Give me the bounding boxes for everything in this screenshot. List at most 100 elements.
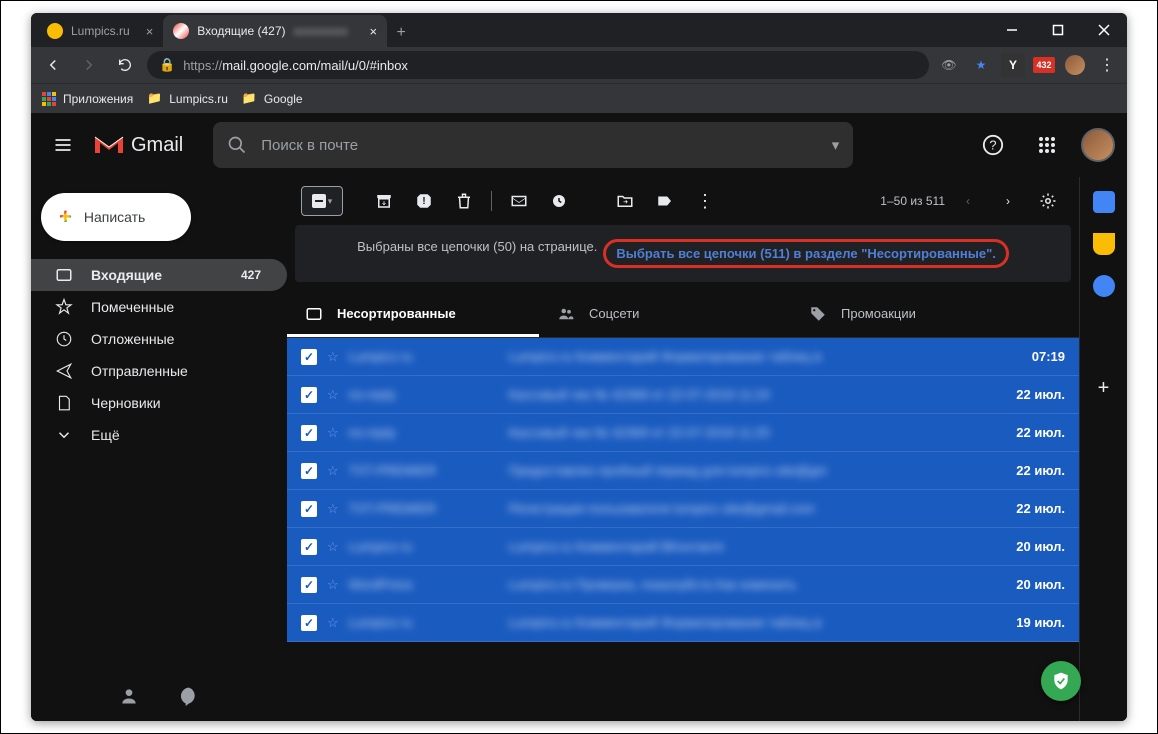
sidebar-item-sent[interactable]: Отправленные	[31, 355, 287, 387]
browser-menu-button[interactable]: ⋮	[1095, 53, 1119, 77]
tab-social[interactable]: Соцсети	[539, 290, 791, 337]
row-checkbox[interactable]: ✓	[301, 577, 317, 593]
browser-tab-lumpics[interactable]: Lumpics.ru ×	[37, 15, 163, 47]
star-icon[interactable]: ☆	[327, 577, 339, 593]
bookmark-folder-google[interactable]: 📁 Google	[242, 91, 303, 107]
person-icon[interactable]	[119, 686, 139, 711]
eye-extension-icon[interactable]: 👁	[937, 53, 961, 77]
mail-subject: Lumpics.ru Комментарий ВКонтакте	[509, 539, 985, 554]
report-spam-button[interactable]: !	[407, 184, 441, 218]
bookmark-folder-lumpics[interactable]: 📁 Lumpics.ru	[147, 91, 228, 107]
tag-icon	[809, 305, 827, 323]
star-bookmark-icon[interactable]: ★	[969, 53, 993, 77]
mail-row[interactable]: ✓☆no-replyКассовый чек № 42369 от 22-07-…	[287, 414, 1079, 452]
row-checkbox[interactable]: ✓	[301, 539, 317, 555]
keep-icon[interactable]	[1093, 233, 1115, 255]
apps-bookmark[interactable]: Приложения	[41, 91, 133, 107]
row-checkbox[interactable]: ✓	[301, 501, 317, 517]
address-bar[interactable]: 🔒 https://mail.google.com/mail/u/0/#inbo…	[147, 51, 929, 79]
search-options-icon[interactable]: ▾	[832, 136, 840, 154]
calendar-icon[interactable]	[1093, 191, 1115, 213]
delete-button[interactable]	[447, 184, 481, 218]
mail-sender: Lumpics ru	[349, 615, 499, 630]
more-actions-button[interactable]: ⋮	[688, 184, 722, 218]
close-icon[interactable]: ×	[370, 24, 378, 39]
search-bar[interactable]: Поиск в почте ▾	[213, 122, 853, 168]
sidebar-item-more[interactable]: Ещё	[31, 419, 287, 451]
row-checkbox[interactable]: ✓	[301, 463, 317, 479]
mail-row[interactable]: ✓☆Lumpics ruLumpics.ru Комментарий Форма…	[287, 604, 1079, 642]
forward-button[interactable]	[75, 51, 103, 79]
mail-date: 20 июл.	[995, 539, 1065, 554]
row-checkbox[interactable]: ✓	[301, 387, 317, 403]
add-addon-button[interactable]: +	[1098, 377, 1110, 400]
select-all-link[interactable]: Выбрать все цепочки (511) в разделе "Нес…	[603, 239, 1008, 268]
labels-button[interactable]	[648, 184, 682, 218]
row-checkbox[interactable]: ✓	[301, 425, 317, 441]
yandex-extension-icon[interactable]: Y	[1001, 53, 1025, 77]
move-to-button[interactable]	[608, 184, 642, 218]
star-icon[interactable]: ☆	[327, 463, 339, 479]
star-icon[interactable]: ☆	[327, 425, 339, 441]
sidebar-item-label: Черновики	[91, 395, 161, 411]
snooze-button[interactable]	[542, 184, 576, 218]
star-icon[interactable]: ☆	[327, 615, 339, 631]
adblock-badge-icon[interactable]: 432	[1033, 57, 1055, 73]
prev-page-button[interactable]: ‹	[951, 184, 985, 218]
gmail-logo[interactable]: Gmail	[93, 133, 183, 157]
new-tab-button[interactable]: +	[387, 19, 415, 47]
sidebar-item-drafts[interactable]: Черновики	[31, 387, 287, 419]
reload-button[interactable]	[111, 51, 139, 79]
mail-row[interactable]: ✓☆Lumpics ruLumpics.ru Комментарий Форма…	[287, 338, 1079, 376]
settings-button[interactable]	[1031, 184, 1065, 218]
profile-avatar-icon[interactable]	[1063, 53, 1087, 77]
mail-sender: TXT-PREMIER	[349, 463, 499, 478]
star-icon	[55, 298, 73, 316]
row-checkbox[interactable]: ✓	[301, 615, 317, 631]
close-button[interactable]	[1081, 13, 1127, 47]
side-panel: +	[1079, 177, 1127, 721]
tab-primary[interactable]: Несортированные	[287, 290, 539, 337]
star-icon[interactable]: ☆	[327, 387, 339, 403]
support-button[interactable]: ?	[973, 125, 1013, 165]
row-checkbox[interactable]: ✓	[301, 349, 317, 365]
mail-row[interactable]: ✓☆WordPressLumpics.ru Проверка, пожалуйс…	[287, 566, 1079, 604]
select-all-checkbox[interactable]: ▾	[301, 186, 343, 216]
shield-fab-icon[interactable]	[1041, 661, 1081, 701]
apps-icon	[41, 91, 57, 107]
mail-sender: Lumpics ru	[349, 349, 499, 364]
google-apps-button[interactable]	[1027, 125, 1067, 165]
account-avatar[interactable]	[1081, 128, 1115, 162]
select-all-banner: Выбраны все цепочки (50) на странице. Вы…	[295, 225, 1071, 282]
inbox-icon	[55, 266, 73, 284]
sidebar-item-starred[interactable]: Помеченные	[31, 291, 287, 323]
star-icon[interactable]: ☆	[327, 501, 339, 517]
mail-date: 07:19	[995, 349, 1065, 364]
tasks-icon[interactable]	[1093, 275, 1115, 297]
window-controls	[989, 13, 1127, 47]
close-icon[interactable]: ×	[146, 24, 154, 39]
back-button[interactable]	[39, 51, 67, 79]
sidebar-item-inbox[interactable]: Входящие 427	[31, 259, 287, 291]
minimize-button[interactable]	[989, 13, 1035, 47]
folder-icon: 📁	[147, 91, 163, 107]
mail-row[interactable]: ✓☆TXT-PREMIERПредоставлен пробный период…	[287, 452, 1079, 490]
browser-tab-gmail[interactable]: Входящие (427) xxxxxxxxx ×	[163, 15, 387, 47]
tab-promotions[interactable]: Промоакции	[791, 290, 1043, 337]
next-page-button[interactable]: ›	[991, 184, 1025, 218]
mail-date: 20 июл.	[995, 577, 1065, 592]
sidebar-item-snoozed[interactable]: Отложенные	[31, 323, 287, 355]
star-icon[interactable]: ☆	[327, 349, 339, 365]
category-tabs: Несортированные Соцсети Промоакции	[287, 290, 1079, 338]
star-icon[interactable]: ☆	[327, 539, 339, 555]
mail-row[interactable]: ✓☆no-replyКассовый чек № 42368 от 22-07-…	[287, 376, 1079, 414]
mark-read-button[interactable]	[502, 184, 536, 218]
mail-row[interactable]: ✓☆Lumpics ruLumpics.ru Комментарий ВКонт…	[287, 528, 1079, 566]
browser-tab-strip: Lumpics.ru × Входящие (427) xxxxxxxxx × …	[31, 13, 1127, 47]
main-menu-button[interactable]	[43, 125, 83, 165]
mail-row[interactable]: ✓☆TXT-PREMIERРегистрация пользователя lu…	[287, 490, 1079, 528]
archive-button[interactable]	[367, 184, 401, 218]
hangouts-icon[interactable]	[179, 686, 199, 711]
compose-button[interactable]: + Написать	[41, 193, 191, 241]
maximize-button[interactable]	[1035, 13, 1081, 47]
